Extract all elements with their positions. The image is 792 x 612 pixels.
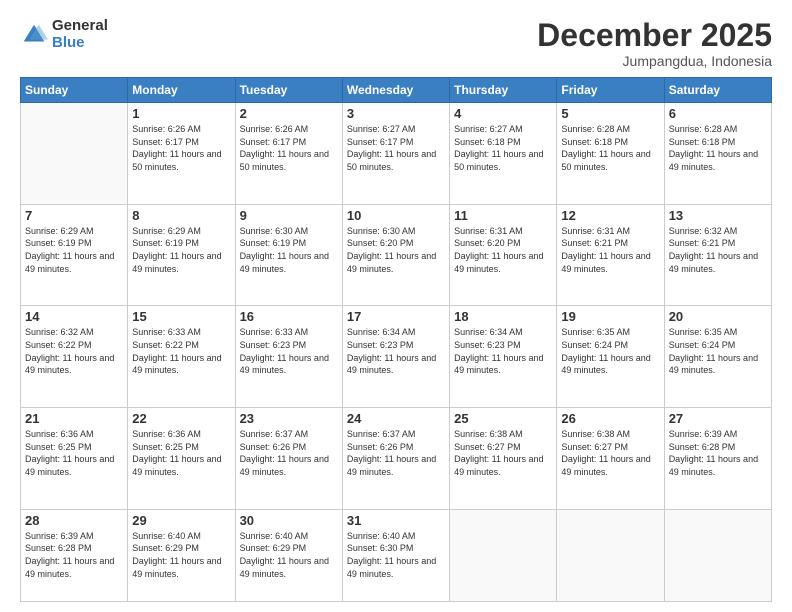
- table-row: 15 Sunrise: 6:33 AMSunset: 6:22 PMDaylig…: [128, 306, 235, 408]
- header: General Blue December 2025 Jumpangdua, I…: [20, 18, 772, 69]
- table-row: [21, 103, 128, 205]
- table-row: 26 Sunrise: 6:38 AMSunset: 6:27 PMDaylig…: [557, 408, 664, 510]
- calendar-header-row: Sunday Monday Tuesday Wednesday Thursday…: [21, 78, 772, 103]
- table-row: 22 Sunrise: 6:36 AMSunset: 6:25 PMDaylig…: [128, 408, 235, 510]
- table-row: 21 Sunrise: 6:36 AMSunset: 6:25 PMDaylig…: [21, 408, 128, 510]
- table-row: 27 Sunrise: 6:39 AMSunset: 6:28 PMDaylig…: [664, 408, 771, 510]
- table-row: 10 Sunrise: 6:30 AMSunset: 6:20 PMDaylig…: [342, 204, 449, 306]
- table-row: 8 Sunrise: 6:29 AMSunset: 6:19 PMDayligh…: [128, 204, 235, 306]
- table-row: 6 Sunrise: 6:28 AMSunset: 6:18 PMDayligh…: [664, 103, 771, 205]
- table-row: 20 Sunrise: 6:35 AMSunset: 6:24 PMDaylig…: [664, 306, 771, 408]
- table-row: 3 Sunrise: 6:27 AMSunset: 6:17 PMDayligh…: [342, 103, 449, 205]
- calendar-table: Sunday Monday Tuesday Wednesday Thursday…: [20, 77, 772, 602]
- table-row: 30 Sunrise: 6:40 AMSunset: 6:29 PMDaylig…: [235, 509, 342, 601]
- month-title: December 2025: [537, 18, 772, 53]
- table-row: 29 Sunrise: 6:40 AMSunset: 6:29 PMDaylig…: [128, 509, 235, 601]
- table-row: 24 Sunrise: 6:37 AMSunset: 6:26 PMDaylig…: [342, 408, 449, 510]
- table-row: 16 Sunrise: 6:33 AMSunset: 6:23 PMDaylig…: [235, 306, 342, 408]
- col-monday: Monday: [128, 78, 235, 103]
- table-row: [450, 509, 557, 601]
- page: General Blue December 2025 Jumpangdua, I…: [0, 0, 792, 612]
- table-row: 1 Sunrise: 6:26 AMSunset: 6:17 PMDayligh…: [128, 103, 235, 205]
- table-row: 14 Sunrise: 6:32 AMSunset: 6:22 PMDaylig…: [21, 306, 128, 408]
- table-row: 4 Sunrise: 6:27 AMSunset: 6:18 PMDayligh…: [450, 103, 557, 205]
- table-row: 31 Sunrise: 6:40 AMSunset: 6:30 PMDaylig…: [342, 509, 449, 601]
- col-tuesday: Tuesday: [235, 78, 342, 103]
- col-friday: Friday: [557, 78, 664, 103]
- table-row: 18 Sunrise: 6:34 AMSunset: 6:23 PMDaylig…: [450, 306, 557, 408]
- logo-text: General Blue: [52, 18, 108, 51]
- title-block: December 2025 Jumpangdua, Indonesia: [537, 18, 772, 69]
- col-wednesday: Wednesday: [342, 78, 449, 103]
- table-row: 28 Sunrise: 6:39 AMSunset: 6:28 PMDaylig…: [21, 509, 128, 601]
- table-row: 17 Sunrise: 6:34 AMSunset: 6:23 PMDaylig…: [342, 306, 449, 408]
- col-thursday: Thursday: [450, 78, 557, 103]
- logo-blue: Blue: [52, 35, 108, 52]
- logo-icon: [20, 21, 48, 49]
- table-row: 7 Sunrise: 6:29 AMSunset: 6:19 PMDayligh…: [21, 204, 128, 306]
- col-saturday: Saturday: [664, 78, 771, 103]
- table-row: 19 Sunrise: 6:35 AMSunset: 6:24 PMDaylig…: [557, 306, 664, 408]
- location-subtitle: Jumpangdua, Indonesia: [537, 53, 772, 69]
- table-row: 9 Sunrise: 6:30 AMSunset: 6:19 PMDayligh…: [235, 204, 342, 306]
- table-row: 2 Sunrise: 6:26 AMSunset: 6:17 PMDayligh…: [235, 103, 342, 205]
- table-row: 5 Sunrise: 6:28 AMSunset: 6:18 PMDayligh…: [557, 103, 664, 205]
- table-row: 23 Sunrise: 6:37 AMSunset: 6:26 PMDaylig…: [235, 408, 342, 510]
- col-sunday: Sunday: [21, 78, 128, 103]
- table-row: [557, 509, 664, 601]
- table-row: 12 Sunrise: 6:31 AMSunset: 6:21 PMDaylig…: [557, 204, 664, 306]
- table-row: 25 Sunrise: 6:38 AMSunset: 6:27 PMDaylig…: [450, 408, 557, 510]
- logo-general: General: [52, 18, 108, 35]
- table-row: 13 Sunrise: 6:32 AMSunset: 6:21 PMDaylig…: [664, 204, 771, 306]
- table-row: 11 Sunrise: 6:31 AMSunset: 6:20 PMDaylig…: [450, 204, 557, 306]
- table-row: [664, 509, 771, 601]
- logo: General Blue: [20, 18, 108, 51]
